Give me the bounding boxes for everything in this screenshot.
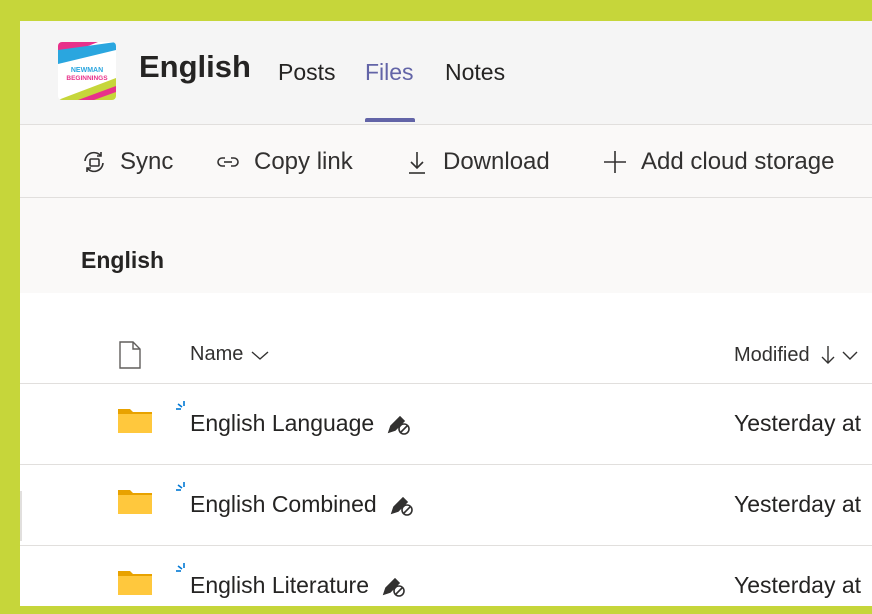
column-header-name[interactable]: Name (190, 343, 271, 366)
tab-files[interactable]: Files (365, 59, 414, 86)
list-item[interactable]: English Language Yesterday at (20, 384, 872, 465)
item-name[interactable]: English Language (190, 410, 412, 437)
files-toolbar: Sync Copy link Download Add cloud storag… (20, 125, 872, 198)
download-icon (409, 152, 425, 174)
add-cloud-storage-button[interactable]: Add cloud storage (601, 147, 834, 177)
chevron-down-icon (251, 350, 269, 360)
folder-icon (118, 490, 152, 514)
item-name-text: English Combined (190, 491, 377, 517)
item-name[interactable]: English Literature (190, 572, 407, 599)
copy-link-button[interactable]: Copy link (214, 147, 353, 177)
list-header: Name Modified (20, 321, 872, 384)
team-logo: NEWMAN BEGINNINGS (58, 42, 116, 100)
teams-window: NEWMAN BEGINNINGS English Posts Files No… (20, 21, 872, 606)
new-item-icon (176, 482, 185, 491)
column-name-label: Name (190, 343, 244, 365)
copy-link-label: Copy link (254, 148, 353, 175)
row-selection-edge (20, 491, 22, 541)
download-label: Download (443, 148, 550, 175)
team-title: English (139, 49, 251, 84)
breadcrumb: English (20, 198, 872, 293)
add-cloud-storage-label: Add cloud storage (641, 148, 835, 175)
channel-header: NEWMAN BEGINNINGS English Posts Files No… (20, 21, 872, 125)
column-header-modified[interactable]: Modified (734, 343, 860, 367)
link-icon (217, 157, 239, 167)
item-modified: Yesterday at (734, 572, 862, 598)
item-modified: Yesterday at (734, 491, 862, 517)
item-name-text: English Literature (190, 572, 369, 598)
sync-icon (84, 151, 104, 173)
editing-disabled-icon (382, 577, 405, 597)
item-modified: Yesterday at (734, 410, 862, 436)
editing-disabled-icon (387, 415, 410, 435)
sync-label: Sync (120, 148, 174, 175)
breadcrumb-current: English (81, 247, 165, 273)
folder-icon (118, 571, 152, 595)
new-item-icon (176, 563, 185, 572)
editing-disabled-icon (390, 496, 413, 516)
sort-descending-icon (821, 346, 835, 364)
chevron-down-icon (842, 351, 858, 360)
list-item[interactable]: English Combined Yesterday at (20, 465, 872, 546)
sync-button[interactable]: Sync (80, 147, 173, 177)
logo-text-top: NEWMAN (71, 67, 103, 74)
item-name-text: English Language (190, 410, 375, 436)
list-item[interactable]: English Literature Yesterday at (20, 546, 872, 606)
folder-icon (118, 409, 152, 433)
logo-text-bottom: BEGINNINGS (66, 75, 108, 82)
file-list: Name Modified English Language Yesterday… (20, 293, 872, 606)
column-modified-label: Modified (734, 343, 810, 366)
tab-notes[interactable]: Notes (445, 59, 505, 86)
new-item-icon (176, 401, 185, 410)
screenshot-frame: NEWMAN BEGINNINGS English Posts Files No… (8, 9, 872, 606)
active-tab-indicator (365, 118, 415, 122)
tab-posts[interactable]: Posts (278, 59, 336, 86)
file-type-icon[interactable] (118, 341, 142, 369)
plus-icon (604, 151, 626, 173)
item-name[interactable]: English Combined (190, 491, 415, 518)
download-button[interactable]: Download (403, 147, 550, 177)
